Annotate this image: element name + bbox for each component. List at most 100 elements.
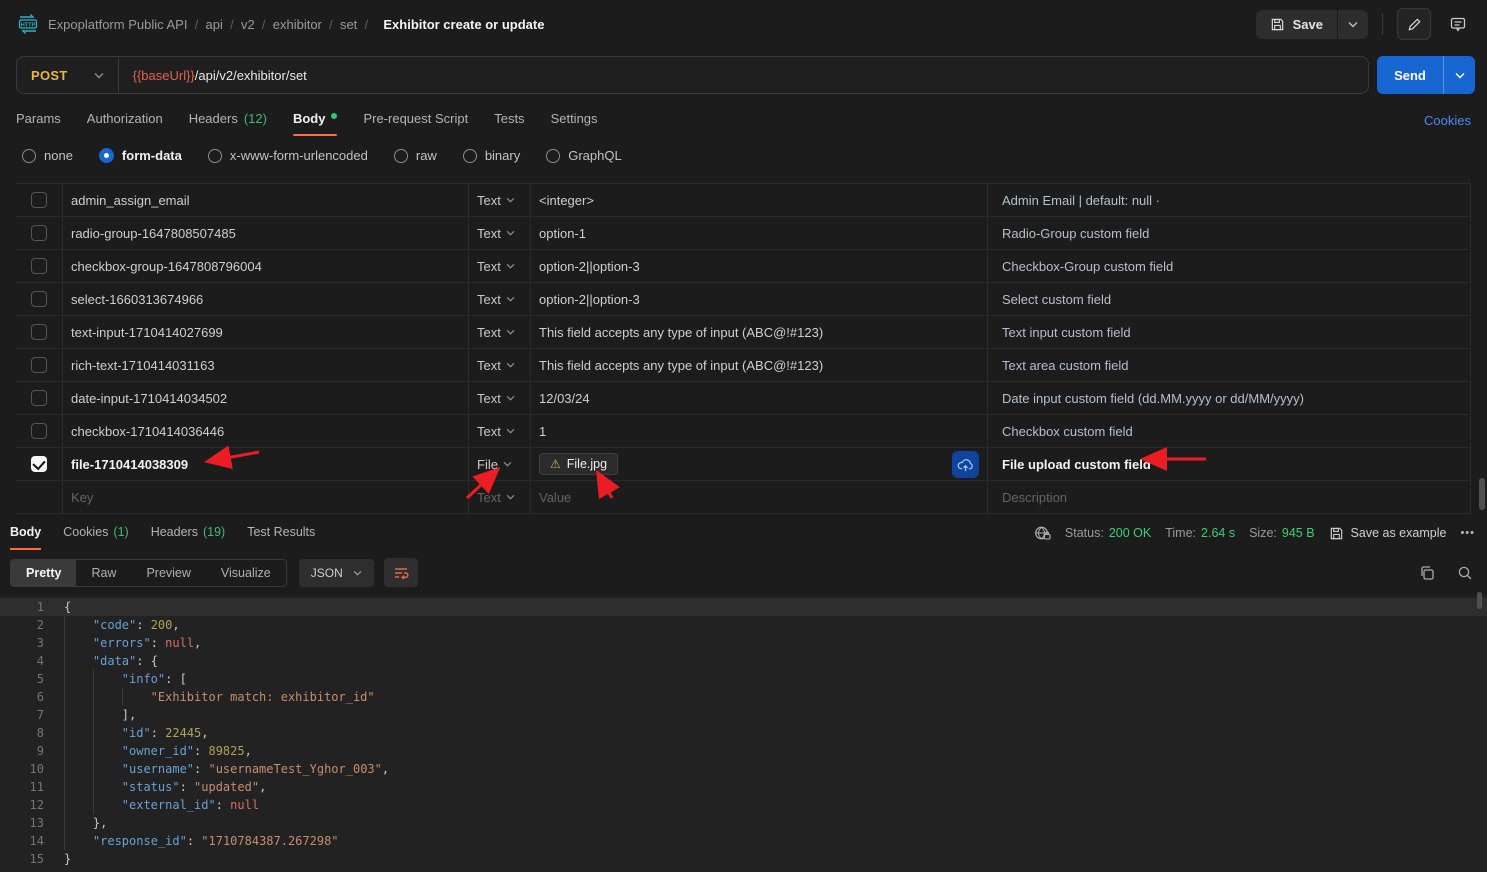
network-globe-icon[interactable] <box>1034 525 1051 541</box>
edit-button[interactable] <box>1397 8 1431 40</box>
key-cell[interactable]: Key <box>62 481 469 513</box>
body-mode-form-data[interactable]: form-data <box>99 148 182 163</box>
view-tab-raw[interactable]: Raw <box>76 560 131 586</box>
save-dropdown-button[interactable] <box>1337 10 1368 39</box>
breadcrumb-item[interactable]: exhibitor <box>273 17 322 32</box>
value-cell[interactable]: <integer> <box>531 184 988 216</box>
copy-button[interactable] <box>1419 565 1435 581</box>
type-selector[interactable]: Text <box>469 316 531 348</box>
tab-params[interactable]: Params <box>16 105 61 136</box>
tab-headers[interactable]: Headers(12) <box>189 105 267 136</box>
value-cell[interactable]: option-2||option-3 <box>531 250 988 282</box>
value-cell[interactable]: option-2||option-3 <box>531 283 988 315</box>
type-selector[interactable]: Text <box>469 415 531 447</box>
send-options-button[interactable] <box>1443 56 1475 94</box>
key-cell[interactable]: date-input-1710414034502 <box>62 382 469 414</box>
row-checkbox-cell <box>16 217 62 249</box>
breadcrumb-item[interactable]: set <box>340 17 357 32</box>
row-checkbox[interactable] <box>31 324 47 340</box>
description-cell[interactable]: Date input custom field (dd.MM.yyyy or d… <box>988 382 1471 414</box>
description-cell[interactable]: File upload custom field <box>988 448 1471 480</box>
response-tab-body[interactable]: Body <box>10 519 41 550</box>
upload-file-button[interactable] <box>952 451 979 478</box>
type-selector[interactable]: Text <box>469 250 531 282</box>
response-body-viewer[interactable]: 1{2"code": 200,3"errors": null,4"data": … <box>0 595 1487 872</box>
type-selector[interactable]: Text <box>469 349 531 381</box>
breadcrumb-item[interactable]: Expoplatform Public API <box>48 17 187 32</box>
response-tab-test-results[interactable]: Test Results <box>247 519 315 550</box>
value-cell[interactable]: ⚠File.jpg <box>531 448 988 480</box>
tab-tests[interactable]: Tests <box>494 105 524 136</box>
type-selector[interactable]: Text <box>469 283 531 315</box>
response-tab-headers[interactable]: Headers(19) <box>151 519 225 550</box>
format-selector[interactable]: JSON <box>299 559 374 587</box>
view-tab-preview[interactable]: Preview <box>131 560 205 586</box>
body-mode-x-www-form-urlencoded[interactable]: x-www-form-urlencoded <box>208 148 368 163</box>
code-scrollbar[interactable] <box>1477 592 1482 609</box>
key-cell[interactable]: rich-text-1710414031163 <box>62 349 469 381</box>
row-checkbox[interactable] <box>31 291 47 307</box>
key-cell[interactable]: file-1710414038309 <box>62 448 469 480</box>
description-cell[interactable]: Select custom field <box>988 283 1471 315</box>
url-input[interactable]: {{baseUrl}}/api/v2/exhibitor/set <box>119 68 321 83</box>
body-mode-none[interactable]: none <box>22 148 73 163</box>
body-mode-binary[interactable]: binary <box>463 148 520 163</box>
description-cell[interactable]: Text area custom field <box>988 349 1471 381</box>
key-cell[interactable]: admin_assign_email <box>62 184 469 216</box>
value-cell[interactable]: Value <box>531 481 988 513</box>
value-cell[interactable]: option-1 <box>531 217 988 249</box>
description-cell[interactable]: Checkbox custom field <box>988 415 1471 447</box>
type-selector[interactable]: Text <box>469 184 531 216</box>
tab-body[interactable]: Body <box>293 105 338 136</box>
view-tab-visualize[interactable]: Visualize <box>206 560 286 586</box>
response-tab-cookies[interactable]: Cookies(1) <box>63 519 128 550</box>
key-cell[interactable]: radio-group-1647808507485 <box>62 217 469 249</box>
key-cell[interactable]: checkbox-group-1647808796004 <box>62 250 469 282</box>
tab-authorization[interactable]: Authorization <box>87 105 163 136</box>
value-cell[interactable]: 1 <box>531 415 988 447</box>
file-chip[interactable]: ⚠File.jpg <box>539 453 618 475</box>
description-cell[interactable]: Text input custom field <box>988 316 1471 348</box>
comments-button[interactable] <box>1441 8 1475 40</box>
description-cell[interactable]: Admin Email | default: null · <box>988 184 1471 216</box>
type-selector[interactable]: Text <box>469 382 531 414</box>
tab-pre-request-script[interactable]: Pre-request Script <box>363 105 468 136</box>
row-checkbox[interactable] <box>31 390 47 406</box>
save-button[interactable]: Save <box>1256 10 1337 39</box>
row-checkbox[interactable] <box>31 225 47 241</box>
row-checkbox[interactable] <box>31 192 47 208</box>
table-scrollbar[interactable] <box>1479 478 1485 510</box>
row-checkbox-checked[interactable] <box>31 456 47 472</box>
value-cell[interactable]: This field accepts any type of input (AB… <box>531 316 988 348</box>
view-tab-pretty[interactable]: Pretty <box>11 560 76 586</box>
breadcrumb-item[interactable]: api <box>206 17 223 32</box>
method-selector[interactable]: POST <box>17 57 119 93</box>
row-checkbox[interactable] <box>31 357 47 373</box>
key-cell[interactable]: text-input-1710414027699 <box>62 316 469 348</box>
key-cell[interactable]: select-1660313674966 <box>62 283 469 315</box>
body-mode-GraphQL[interactable]: GraphQL <box>546 148 621 163</box>
type-selector[interactable]: File <box>469 448 531 480</box>
row-checkbox[interactable] <box>31 423 47 439</box>
search-button[interactable] <box>1457 565 1473 581</box>
type-selector[interactable]: Text <box>469 217 531 249</box>
description-cell[interactable]: Radio-Group custom field <box>988 217 1471 249</box>
more-options-button[interactable]: ••• <box>1460 527 1475 539</box>
wrap-lines-button[interactable] <box>384 558 418 587</box>
code-token: "owner_id" <box>122 744 194 758</box>
type-selector[interactable]: Text <box>469 481 531 513</box>
cookies-link[interactable]: Cookies <box>1424 113 1471 136</box>
breadcrumb-item[interactable]: v2 <box>241 17 255 32</box>
response-view-tabs: PrettyRawPreviewVisualize <box>10 559 287 587</box>
value-cell[interactable]: This field accepts any type of input (AB… <box>531 349 988 381</box>
value-cell[interactable]: 12/03/24 <box>531 382 988 414</box>
key-cell[interactable]: checkbox-1710414036446 <box>62 415 469 447</box>
code-token: { <box>64 600 71 614</box>
description-cell[interactable]: Checkbox-Group custom field <box>988 250 1471 282</box>
tab-settings[interactable]: Settings <box>551 105 598 136</box>
body-mode-raw[interactable]: raw <box>394 148 437 163</box>
description-cell[interactable]: Description <box>988 481 1471 513</box>
row-checkbox[interactable] <box>31 258 47 274</box>
send-button[interactable]: Send <box>1377 56 1443 94</box>
save-as-example-button[interactable]: Save as example <box>1329 526 1447 541</box>
